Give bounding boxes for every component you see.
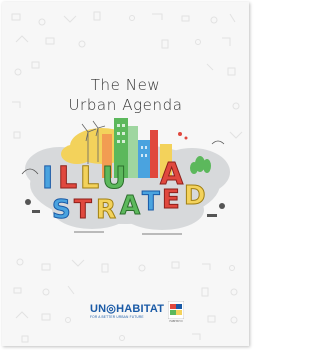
art-letter-r: R [96,195,116,225]
art-letter-l2: L [80,161,99,196]
cover-title-line2: Urban Agenda [68,96,183,114]
art-letter-a: A [120,191,140,221]
art-letter-t2: T [142,187,160,217]
art-letter-l1: L [58,161,77,196]
habitat-iii-caption: HABITAT III [169,320,183,323]
art-letter-i: I [42,161,53,196]
art-letter-d: D [184,181,206,211]
art-letter-s: S [52,195,71,225]
art-letter-t1: T [74,195,92,225]
cover-illustration: I L L U A S T R A T E D [21,118,230,235]
un-habitat-logo-text: UN◎HABITAT [90,303,165,315]
un-habitat-logo: UN◎HABITAT FOR A BETTER URBAN FUTURE [90,304,164,320]
document-cover: The New Urban Agenda I L L U A S T R A T… [2,2,249,346]
cover-title-line1: The New [90,76,161,94]
un-habitat-tagline: FOR A BETTER URBAN FUTURE [90,315,144,319]
habitat-iii-logo-icon [168,301,184,319]
art-letter-e: E [162,185,180,215]
